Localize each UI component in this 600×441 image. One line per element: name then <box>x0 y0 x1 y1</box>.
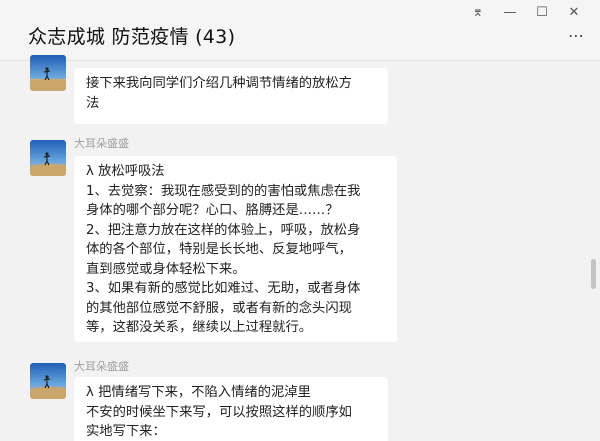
maximize-icon[interactable]: ☐ <box>526 2 558 22</box>
message-line: 直到感觉或身体轻松下来。 <box>86 261 246 277</box>
avatar-image <box>30 140 66 176</box>
title-bar: 众志成城 防范疫情 (43) ⌆ — ☐ ✕ ⋯ <box>0 0 600 61</box>
avatar[interactable] <box>30 55 66 91</box>
message-line: 法 <box>86 95 100 111</box>
message-line: 的其他部位感觉不舒服，或者有新的念头闪现 <box>86 300 352 316</box>
message-list[interactable]: 接下来我向同学们介绍几种调节情绪的放松方 法 大耳朵盛盛 λ 放松呼吸法 1、去… <box>0 55 600 441</box>
message-line: 身体的哪个部分呢？心口、胳膊还是……？ <box>86 203 339 218</box>
message-line: λ 把情绪写下来，不陷入情绪的泥淖里 <box>86 385 311 400</box>
avatar-image <box>30 55 66 91</box>
minimize-icon[interactable]: — <box>494 2 526 22</box>
chat-window: 众志成城 防范疫情 (43) ⌆ — ☐ ✕ ⋯ 接下来我向同学们介绍几种调节情… <box>0 0 600 441</box>
avatar[interactable] <box>30 363 66 399</box>
message-bubble[interactable]: 接下来我向同学们介绍几种调节情绪的放松方 法 <box>74 68 388 124</box>
chat-title: 众志成城 防范疫情 (43) <box>28 26 236 48</box>
sender-name: 大耳朵盛盛 <box>74 137 129 150</box>
message-line: 接下来我向同学们介绍几种调节情绪的放松方 <box>86 76 352 91</box>
message-line: 体的各个部位，特别是长长地、反复地呼气， <box>86 242 352 257</box>
sender-name: 大耳朵盛盛 <box>74 360 129 373</box>
message-line: 实地写下来： <box>86 424 166 439</box>
message-bubble[interactable]: λ 放松呼吸法 1、去觉察：我现在感受到的的害怕或焦虑在我 身体的哪个部分呢？心… <box>74 156 397 342</box>
more-options-icon[interactable]: ⋯ <box>568 26 586 45</box>
scrollbar-thumb[interactable] <box>591 259 596 289</box>
message-line: 2、把注意力放在这样的体验上，呼吸，放松身 <box>86 222 361 238</box>
message-line: 不安的时候坐下来写，可以按照这样的顺序如 <box>86 404 352 420</box>
message-line: λ 放松呼吸法 <box>86 164 165 179</box>
window-controls: ⌆ — ☐ ✕ <box>462 2 590 22</box>
avatar-image <box>30 363 66 399</box>
message-line: 1、去觉察：我现在感受到的的害怕或焦虑在我 <box>86 183 361 199</box>
avatar[interactable] <box>30 140 66 176</box>
message-line: 3、如果有新的感觉比如难过、无助，或者身体 <box>86 281 361 296</box>
pin-icon[interactable]: ⌆ <box>462 2 494 22</box>
message-bubble[interactable]: λ 把情绪写下来，不陷入情绪的泥淖里 不安的时候坐下来写，可以按照这样的顺序如 … <box>74 377 388 441</box>
message-line: 等，这都没关系，继续以上过程就行。 <box>86 320 313 335</box>
close-icon[interactable]: ✕ <box>558 2 590 22</box>
